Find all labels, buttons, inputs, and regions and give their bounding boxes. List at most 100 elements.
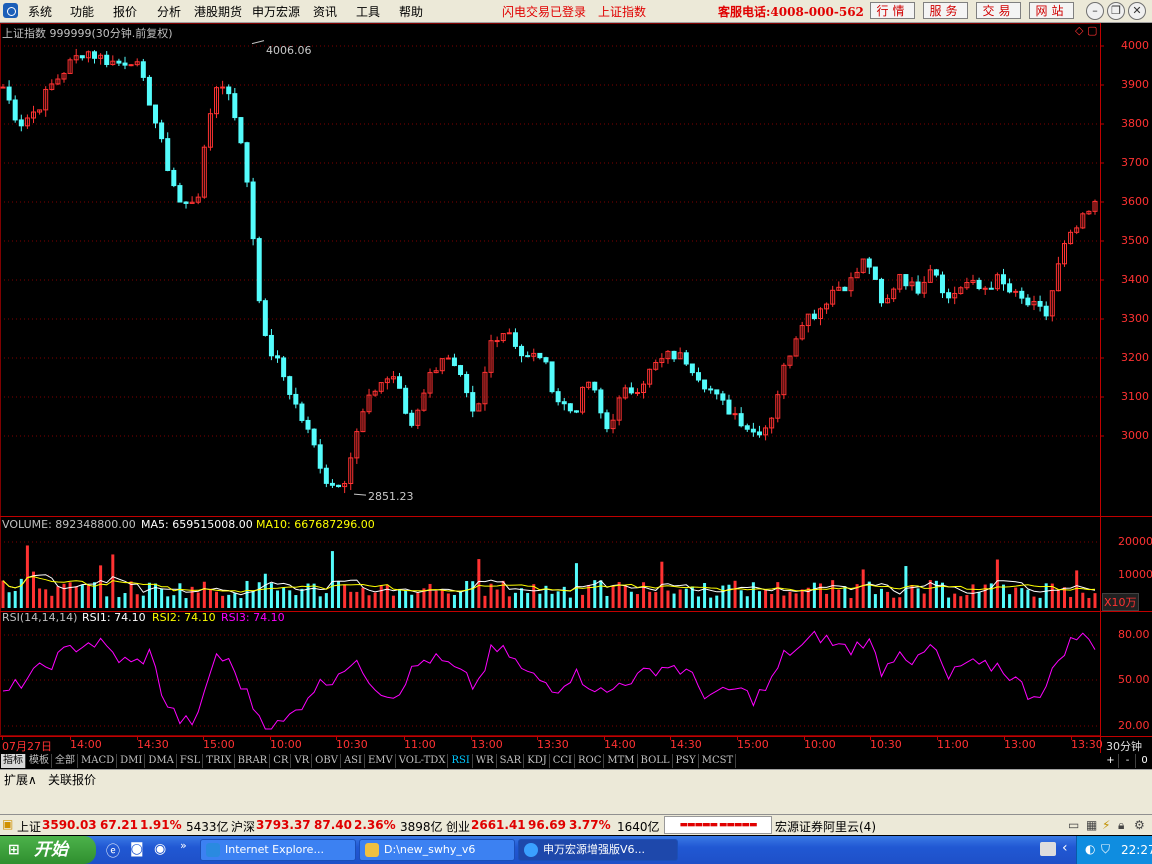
menu-quote[interactable]: 报价 [113,3,137,20]
candlestick [153,104,159,129]
zoom-out-button[interactable]: - [1120,754,1136,768]
chart-settings-icon[interactable]: ◇ ▢ [1075,24,1097,37]
indicator-tab-asi[interactable]: ASI [342,754,365,768]
task-explorer[interactable]: D:\new_swhy_v6 [359,839,515,861]
chart-canvas[interactable] [0,23,1152,753]
candlestick [329,479,335,489]
menu-swhy[interactable]: 申万宏源 [252,3,300,20]
indicator-tab-vr[interactable]: VR [292,754,313,768]
candlestick [1061,240,1067,267]
media-icon[interactable]: ◉ [154,841,166,857]
indicator-tab-trix[interactable]: TRIX [204,754,235,768]
period-label[interactable]: 30分钟 [1106,738,1142,754]
tray-app-icon[interactable]: ◐ [1085,842,1095,856]
hs-amount: 3898亿 [400,820,443,834]
indicator-tab-cci[interactable]: CCI [551,754,575,768]
price-tick: 3400 [1121,273,1149,286]
zoom-in-button[interactable]: + [1103,754,1119,768]
candlestick [378,382,384,394]
volume-bar [477,559,481,608]
lock-status-icon[interactable]: 🔒︎ [1118,818,1124,833]
indicator-tab-fsl[interactable]: FSL [178,754,204,768]
indicator-tab-emv[interactable]: EMV [366,754,396,768]
menu-help[interactable]: 帮助 [399,3,423,20]
indicator-tab-boll[interactable]: BOLL [639,754,673,768]
start-button[interactable]: ⊞ 开始 [0,836,96,864]
reset-zoom-button[interactable]: 0 [1137,754,1152,768]
service-button[interactable]: 服务 [923,2,968,19]
menu-tools[interactable]: 工具 [356,3,380,20]
chevron-right-icon[interactable]: » [180,839,187,852]
indicator-tab-psy[interactable]: PSY [674,754,699,768]
menu-news[interactable]: 资讯 [313,3,337,20]
volume-bar [898,597,902,608]
indicator-tab-mtm[interactable]: MTM [605,754,638,768]
indicator-tab-vol-tdx[interactable]: VOL-TDX [397,754,449,768]
minimize-icon[interactable]: – [1086,2,1104,20]
task-ie[interactable]: Internet Explore... [200,839,356,861]
close-icon[interactable]: ✕ [1128,2,1146,20]
candlestick [55,74,61,86]
keyboard-icon[interactable] [1040,842,1056,856]
shield-icon[interactable]: ⛉ [1101,842,1110,857]
broker-server[interactable]: 宏源证券阿里云(4) [775,818,876,835]
chart-area[interactable]: 上证指数 999999(30分钟.前复权) ◇ ▢ 4006.06 2851.2… [0,23,1152,753]
indicator-tab-dma[interactable]: DMA [146,754,177,768]
menu-system[interactable]: 系统 [28,3,52,20]
candlestick [866,256,872,275]
candlestick [543,356,549,365]
volume-bar [1056,589,1060,608]
candlestick [85,50,91,63]
menu-function[interactable]: 功能 [70,3,94,20]
volume-bar [782,595,786,608]
indicator-tab-macd[interactable]: MACD [79,754,118,768]
volume-bar [434,590,438,608]
restore-icon[interactable]: ❐ [1107,2,1125,20]
indicator-tab-cr[interactable]: CR [271,754,292,768]
calendar-icon[interactable]: ▦ [1086,818,1097,832]
candlestick [720,390,726,406]
volume-bar [788,591,792,608]
trade-button[interactable]: 交易 [976,2,1021,19]
menu-hk-futures[interactable]: 港股期货 [194,3,242,20]
volume-bar [812,582,816,608]
message-icon[interactable]: ▭ [1068,818,1079,832]
volume-bar [861,569,865,608]
candlestick [671,350,677,362]
volume-bar [953,593,957,608]
tray-expand-icon[interactable]: ‹ [1062,840,1068,856]
volume-bar [147,582,151,608]
indicator-tab-brar[interactable]: BRAR [236,754,271,768]
indicator-tab-mcst[interactable]: MCST [700,754,737,768]
tab-template[interactable]: 模板 [27,754,52,768]
candlestick [946,288,952,304]
hs-change: 87.40 [314,818,352,832]
volume-bar [538,593,542,608]
show-desktop-icon[interactable]: ◙ [130,841,144,857]
volume-bar [1014,587,1018,608]
candlestick [287,375,293,400]
tab-all[interactable]: 全部 [53,754,78,768]
clock[interactable]: 22:27 [1121,843,1152,857]
indicator-tab-sar[interactable]: SAR [498,754,525,768]
settings-icon[interactable]: ⚙ [1134,818,1145,832]
indicator-tab-obv[interactable]: OBV [313,754,341,768]
indicator-tab-wr[interactable]: WR [474,754,497,768]
volume-bar [379,585,383,608]
indicator-tab-dmi[interactable]: DMI [118,754,146,768]
market-button[interactable]: 行情 [870,2,915,19]
menu-analysis[interactable]: 分析 [157,3,181,20]
candlestick [128,64,134,67]
windows-taskbar: ⊞ 开始 ⓔ ◙ ◉ » Internet Explore... D:\new_… [0,836,1152,864]
indicator-tab-kdj[interactable]: KDJ [525,754,550,768]
task-swhy[interactable]: 申万宏源增强版V6... [518,839,678,861]
tab-indicator[interactable]: 指标 [1,754,26,768]
volume-bar [355,591,359,608]
ie-icon[interactable]: ⓔ [106,841,120,861]
indicator-tab-rsi[interactable]: RSI [449,754,473,768]
related-quote-tab[interactable]: 关联报价 [48,771,96,788]
website-button[interactable]: 网站 [1029,2,1074,19]
indicator-tab-roc[interactable]: ROC [576,754,605,768]
expand-button[interactable]: 扩展∧ [4,771,37,788]
price-tick: 4000 [1121,39,1149,52]
